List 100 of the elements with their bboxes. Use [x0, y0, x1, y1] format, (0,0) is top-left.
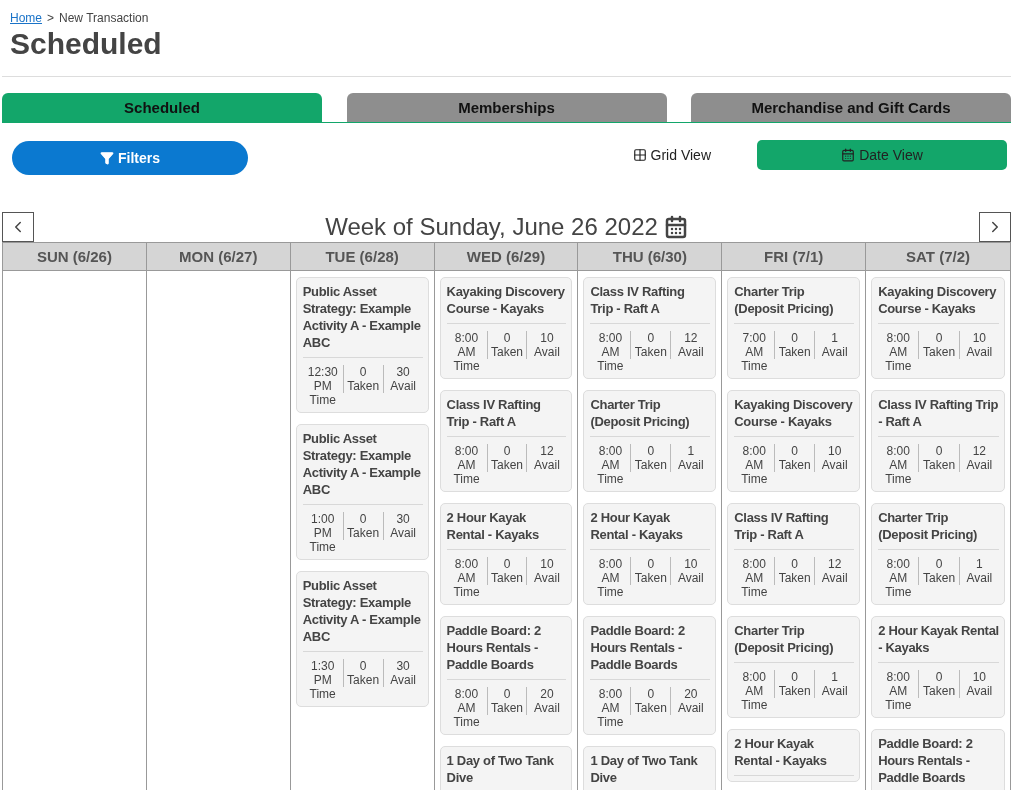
event-card[interactable]: Class IV Rafting Trip - Raft A 8:00 AM Time 0 Taken 12 Avail [583, 277, 717, 379]
stat-value: 0 [934, 670, 944, 684]
stat-value: 8:00 AM [597, 331, 624, 359]
stat-value: 0 [358, 659, 368, 673]
event-card[interactable]: Paddle Board: 2 Hours Rentals - Paddle Boards 8:00 AM Time 0 Taken 20 Avail [583, 616, 717, 735]
event-title: 1 Day of Two Tank Dive [446, 752, 567, 790]
stat-value: 12 [539, 444, 555, 458]
stat-label: Time [884, 585, 913, 599]
stat-label: Time [884, 359, 913, 373]
stat-value: 8:00 AM [741, 670, 767, 698]
day-header: SUN (6/26) [3, 243, 146, 271]
event-card[interactable]: Class IV Rafting Trip - Raft A 8:00 AM Time 0 Taken 12 Avail [439, 390, 573, 492]
stat-value: 1 [686, 444, 696, 458]
stat-label: Avail [676, 571, 705, 585]
stat-value: 1:30 PM [310, 659, 336, 687]
event-card[interactable]: 2 Hour Kayak Rental - Kayaks 8:00 AM Time 0 Taken 10 Avail [583, 503, 717, 605]
stat-value: 20 [683, 687, 699, 701]
next-week-button[interactable] [979, 212, 1011, 242]
stat-label: Taken [346, 526, 381, 540]
stat-value: 8:00 AM [453, 331, 480, 359]
event-card[interactable]: Class IV Rafting Trip - Raft A 8:00 AM Time 0 Taken 12 Avail [871, 390, 1005, 492]
event-title: Class IV Rafting Trip - Raft A [734, 509, 855, 550]
stat-value: 8:00 AM [885, 670, 911, 698]
page-title: Scheduled [9, 26, 163, 62]
event-card[interactable]: Public Asset Strategy: Example Activity A - Example ABC 1:00 PM Time 0 Taken 30 Avail [295, 424, 429, 560]
stat-value: 0 [934, 331, 944, 345]
stat-value: 0 [502, 444, 512, 458]
stat-label: Avail [676, 345, 705, 359]
grid-view-button[interactable]: Grid View [626, 140, 717, 170]
event-card[interactable]: Paddle Board: 2 Hours Rentals - Paddle Boards [871, 729, 1005, 790]
event-card[interactable]: Kayaking Discovery Course - Kayaks 8:00 AM Time 0 Taken 10 Avail [439, 277, 573, 379]
date-view-button[interactable]: Date View [757, 140, 1007, 170]
stat-value: 0 [646, 331, 656, 345]
stat-value: 30 [395, 512, 411, 526]
stat-label: Taken [346, 379, 381, 393]
stat-label: Avail [676, 701, 705, 715]
stat-value: 0 [790, 444, 800, 458]
event-card[interactable]: Class IV Rafting Trip - Raft A 8:00 AM Time 0 Taken 12 Avail [727, 503, 861, 605]
stat-value: 0 [790, 670, 800, 684]
event-card[interactable]: 2 Hour Kayak Rental - Kayaks 8:00 AM Time 0 Taken 10 Avail [439, 503, 573, 605]
stat-label: Avail [965, 345, 994, 359]
stat-label: Avail [389, 526, 417, 540]
event-card[interactable]: Charter Trip (Deposit Pricing) 8:00 AM Time 0 Taken 1 Avail [871, 503, 1005, 605]
event-title: Kayaking Discovery Course - Kayaks [446, 283, 567, 324]
stat-value: 8:00 AM [885, 444, 911, 472]
stat-label: Time [452, 585, 481, 599]
filter-icon [100, 151, 114, 165]
tab[interactable]: Merchandise and Gift Cards [691, 93, 1011, 122]
stat-value: 0 [646, 687, 656, 701]
calendar-icon [841, 148, 856, 162]
stat-value: 0 [646, 557, 656, 571]
stat-label: Taken [489, 345, 524, 359]
event-card[interactable]: 1 Day of Two Tank Dive [583, 746, 717, 790]
event-card[interactable]: 2 Hour Kayak Rental - Kayaks 8:00 AM Time 0 Taken 10 Avail [871, 616, 1005, 718]
event-card[interactable]: 1 Day of Two Tank Dive [439, 746, 573, 790]
previous-week-button[interactable] [2, 212, 34, 242]
stat-label: Avail [533, 701, 561, 715]
stat-label: Time [884, 472, 913, 486]
event-title: 2 Hour Kayak Rental - Kayaks [590, 509, 711, 550]
home-link[interactable]: Home [10, 11, 42, 25]
event-card[interactable]: Kayaking Discovery Course - Kayaks 8:00 AM Time 0 Taken 10 Avail [727, 390, 861, 492]
stat-label: Taken [346, 673, 381, 687]
tab[interactable]: Memberships [346, 93, 667, 122]
event-title: Paddle Board: 2 Hours Rentals - Paddle Boards [878, 735, 999, 790]
stat-value: 12:30 PM [306, 365, 339, 393]
event-title: Paddle Board: 2 Hours Rentals - Paddle Boards [446, 622, 567, 680]
stat-label: Taken [633, 458, 668, 472]
stat-label: Avail [965, 571, 994, 585]
stat-value: 0 [358, 365, 368, 379]
stat-value: 10 [827, 444, 843, 458]
stat-value: 0 [502, 557, 512, 571]
stat-value: 8:00 AM [741, 557, 767, 585]
stat-label: Taken [922, 571, 957, 585]
event-card[interactable]: Paddle Board: 2 Hours Rentals - Paddle Boards 8:00 AM Time 0 Taken 20 Avail [439, 616, 573, 735]
event-card[interactable]: Public Asset Strategy: Example Activity A - Example ABC 12:30 PM Time 0 Taken 30 Avail [295, 277, 429, 413]
event-card[interactable]: Kayaking Discovery Course - Kayaks 8:00 AM Time 0 Taken 10 Avail [871, 277, 1005, 379]
tab[interactable]: Scheduled [2, 93, 322, 122]
breadcrumb-current: New Transaction [59, 11, 149, 25]
stat-value: 10 [683, 557, 699, 571]
stat-value: 30 [395, 659, 411, 673]
stat-label: Time [452, 359, 481, 373]
day-header: FRI (7/1) [722, 243, 866, 271]
stat-value: 8:00 AM [597, 687, 624, 715]
stat-label: Avail [533, 345, 561, 359]
stat-value: 0 [934, 557, 944, 571]
calendar-icon[interactable] [663, 215, 688, 239]
stat-label: Taken [489, 571, 524, 585]
event-card[interactable]: Charter Trip (Deposit Pricing) 8:00 AM Time 0 Taken 1 Avail [583, 390, 717, 492]
event-title: Charter Trip (Deposit Pricing) [590, 396, 711, 437]
stat-label: Avail [820, 345, 849, 359]
stat-value: 0 [358, 512, 368, 526]
stat-label: Taken [777, 684, 812, 698]
event-card[interactable]: Public Asset Strategy: Example Activity A - Example ABC 1:30 PM Time 0 Taken 30 Avail [295, 571, 429, 707]
event-card[interactable]: 2 Hour Kayak Rental - Kayaks [727, 729, 861, 782]
filters-button[interactable]: Filters [12, 141, 248, 175]
stat-label: Taken [633, 701, 668, 715]
event-title: 1 Day of Two Tank Dive [590, 752, 711, 790]
stat-value: 8:00 AM [453, 687, 480, 715]
event-card[interactable]: Charter Trip (Deposit Pricing) 8:00 AM Time 0 Taken 1 Avail [727, 616, 861, 718]
event-card[interactable]: Charter Trip (Deposit Pricing) 7:00 AM Time 0 Taken 1 Avail [727, 277, 861, 379]
